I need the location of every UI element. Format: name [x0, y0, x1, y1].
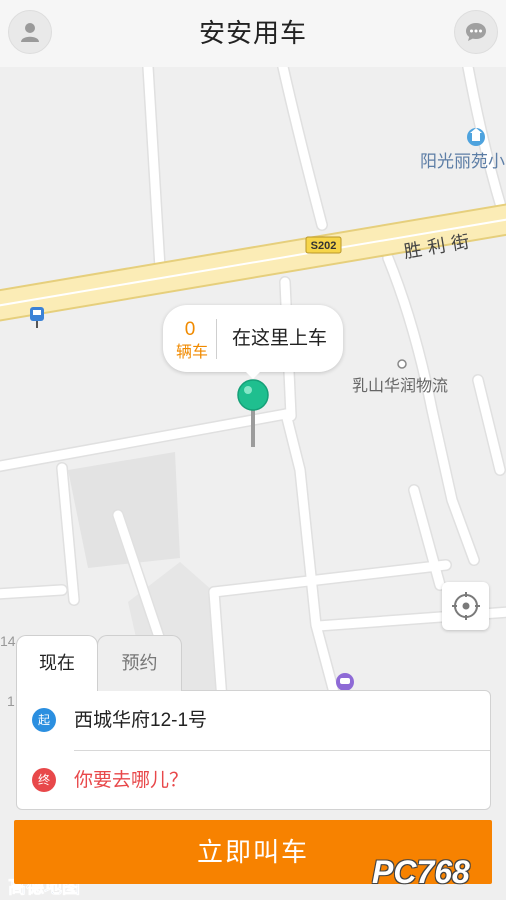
- subway-icon[interactable]: [336, 673, 354, 691]
- trip-panel: 起 西城华府12-1号 终 你要去哪儿？: [16, 690, 491, 810]
- locate-icon: [451, 592, 480, 620]
- end-badge: 终: [32, 768, 56, 792]
- start-location-row[interactable]: 起 西城华府12-1号: [17, 691, 490, 750]
- map-edge-label: 14: [0, 633, 16, 649]
- popup-divider: [216, 319, 217, 359]
- pickup-here-label[interactable]: 在这里上车: [232, 305, 327, 372]
- start-badge: 起: [32, 708, 56, 732]
- chat-icon-dot: [470, 29, 473, 33]
- page-title: 安安用车: [198, 18, 307, 48]
- profile-button[interactable]: [8, 10, 52, 54]
- user-icon-body: [21, 36, 39, 42]
- messages-button[interactable]: [454, 10, 498, 54]
- poi-label-logistics[interactable]: 乳山华润物流: [352, 376, 448, 395]
- chat-icon-dot: [479, 29, 482, 33]
- locate-button[interactable]: [442, 582, 489, 630]
- tab-reserve[interactable]: 预约: [97, 635, 182, 691]
- car-count-unit: 辆车: [175, 344, 208, 361]
- subway-icon-glyph: [340, 678, 350, 684]
- tab-now[interactable]: 现在: [16, 635, 98, 691]
- road: [0, 585, 67, 599]
- chat-icon: [466, 23, 486, 41]
- destination-input[interactable]: 你要去哪儿？: [74, 751, 188, 810]
- pin-head: [237, 379, 269, 411]
- user-icon: [21, 23, 39, 42]
- popup-pointer: [245, 371, 261, 379]
- pickup-popup[interactable]: 0 辆车 在这里上车: [163, 305, 343, 372]
- app-header: 安安用车: [0, 0, 506, 67]
- road-badge-label: S202: [311, 240, 337, 252]
- pin-highlight: [244, 386, 252, 394]
- poi-label-sunshine[interactable]: 阳光丽苑小: [420, 152, 505, 172]
- building-icon-glyph: [472, 132, 480, 141]
- watermark: PC768: [372, 854, 470, 890]
- chat-icon-dot: [474, 29, 478, 33]
- map-edge-label: 1: [7, 693, 15, 709]
- building-icon[interactable]: [467, 128, 485, 146]
- user-icon-head: [25, 23, 35, 33]
- destination-row[interactable]: 终 你要去哪儿？: [17, 751, 490, 810]
- bus-stop-icon-post: [36, 321, 38, 328]
- car-count: 0: [184, 319, 196, 340]
- poi-dot-icon[interactable]: [397, 359, 407, 369]
- start-address[interactable]: 西城华府12-1号: [74, 691, 207, 750]
- locate-icon-dot: [462, 602, 469, 610]
- bus-stop-icon-window: [33, 310, 41, 315]
